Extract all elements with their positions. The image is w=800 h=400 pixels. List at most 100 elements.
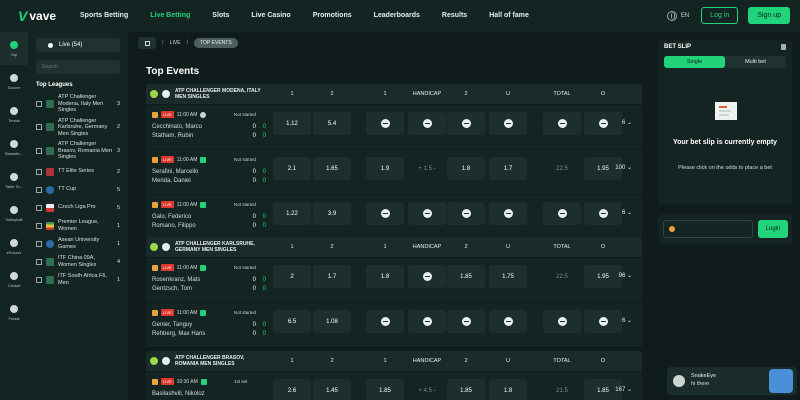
- odds-button[interactable]: 1.95: [584, 265, 622, 288]
- rail-futsal[interactable]: Futsal: [0, 296, 28, 329]
- breadcrumb-live[interactable]: LIVE: [170, 40, 181, 46]
- stats-icon[interactable]: [152, 309, 158, 316]
- odds-locked[interactable]: [366, 112, 404, 135]
- odds-button[interactable]: 1.7: [489, 157, 527, 180]
- more-markets-button[interactable]: 6 ⌄: [622, 209, 632, 216]
- league-item[interactable]: TT Elite Series 2: [36, 163, 120, 181]
- bet-slip-login-button[interactable]: Login: [758, 220, 788, 238]
- odds-locked[interactable]: [447, 202, 485, 225]
- stats-icon[interactable]: [152, 201, 158, 208]
- checkbox[interactable]: [36, 276, 42, 283]
- checkbox[interactable]: [36, 147, 42, 154]
- checkbox[interactable]: [36, 258, 42, 265]
- odds-button[interactable]: 1.75: [489, 265, 527, 288]
- odds-locked[interactable]: [408, 265, 446, 288]
- league-item[interactable]: ITF South Africa F6, Men 1: [36, 271, 120, 289]
- match-row[interactable]: LIVE 11:00 AM Serafini, Marcello Merida, Da…: [146, 149, 642, 194]
- odds-button[interactable]: 1.9: [366, 157, 404, 180]
- stats-icon[interactable]: [152, 111, 158, 118]
- league-item[interactable]: ITF China 09A, Women Singles 4: [36, 253, 120, 271]
- tv-icon[interactable]: [200, 201, 207, 208]
- odds-locked[interactable]: [543, 202, 581, 225]
- chat-widget[interactable]: SnakeEye hi there: [667, 367, 797, 395]
- league-item[interactable]: ATP Challenger Karlsruhe, Germany Men Si…: [36, 116, 120, 140]
- tab-multi-bet[interactable]: Multi bet: [725, 56, 786, 68]
- nav-live-casino[interactable]: Live Casino: [251, 0, 290, 32]
- odds-button[interactable]: 1.12: [273, 112, 311, 135]
- odds-button[interactable]: 1.08: [313, 310, 351, 333]
- tv-icon[interactable]: [200, 156, 207, 163]
- odds-button[interactable]: 1.85: [447, 265, 485, 288]
- rail-table-tennis[interactable]: Table Te...: [0, 164, 28, 197]
- stats-icon[interactable]: [152, 264, 158, 271]
- live-filter-button[interactable]: Live (54): [36, 38, 120, 52]
- rail-cricket[interactable]: Cricket: [0, 263, 28, 296]
- nav-slots[interactable]: Slots: [212, 0, 229, 32]
- odds-button[interactable]: 6.5: [273, 310, 311, 333]
- info-icon[interactable]: [200, 111, 207, 118]
- odds-button[interactable]: 1.7: [313, 265, 351, 288]
- odds-locked[interactable]: [489, 202, 527, 225]
- league-item[interactable]: ATP Challenger Modena, Italy Men Singles…: [36, 92, 120, 116]
- odds-button[interactable]: 2.1: [273, 157, 311, 180]
- checkbox[interactable]: [36, 240, 42, 247]
- nav-hall-of-fame[interactable]: Hall of fame: [489, 0, 529, 32]
- tv-icon[interactable]: [200, 309, 207, 316]
- rail-esoccer[interactable]: eSoccer: [0, 230, 28, 263]
- checkbox[interactable]: [36, 186, 42, 193]
- league-item[interactable]: Asean University Games 1: [36, 235, 120, 253]
- odds-button[interactable]: 1.8: [366, 265, 404, 288]
- more-markets-button[interactable]: 96 ⌄: [619, 272, 632, 279]
- search-input[interactable]: [36, 60, 120, 74]
- match-row[interactable]: LIVE 11:00 AM Genier, Tanguy Rehberg, Max H…: [146, 302, 642, 347]
- odds-locked[interactable]: [447, 310, 485, 333]
- rail-soccer[interactable]: Soccer: [0, 65, 28, 98]
- league-item[interactable]: Premier League, Women 1: [36, 217, 120, 235]
- odds-locked[interactable]: [489, 310, 527, 333]
- odds-locked[interactable]: [366, 310, 404, 333]
- odds-locked[interactable]: [366, 202, 404, 225]
- language-selector[interactable]: EN: [681, 13, 689, 19]
- odds-locked[interactable]: [584, 112, 622, 135]
- odds-locked[interactable]: [408, 202, 446, 225]
- odds-button[interactable]: 2: [273, 265, 311, 288]
- odds-button[interactable]: 3.9: [313, 202, 351, 225]
- nav-results[interactable]: Results: [442, 0, 467, 32]
- rail-volleyball[interactable]: Volleyball: [0, 197, 28, 230]
- odds-locked[interactable]: [447, 112, 485, 135]
- odds-locked[interactable]: [543, 310, 581, 333]
- rail-basketball[interactable]: Basketb...: [0, 131, 28, 164]
- trash-icon[interactable]: [781, 44, 786, 50]
- stake-field[interactable]: [663, 220, 753, 238]
- checkbox[interactable]: [36, 124, 42, 131]
- league-item[interactable]: TT Cup 5: [36, 181, 120, 199]
- more-markets-button[interactable]: 6 ⌄: [622, 119, 632, 126]
- odds-button[interactable]: 1.85: [447, 379, 485, 400]
- odds-locked[interactable]: [584, 202, 622, 225]
- match-row[interactable]: LIVE 10:30 AM Basilashvili, Nikoloz 1st set…: [146, 371, 642, 400]
- chat-bubble-icon[interactable]: [769, 369, 793, 393]
- nav-promotions[interactable]: Promotions: [313, 0, 352, 32]
- checkbox[interactable]: [36, 204, 42, 211]
- odds-button[interactable]: 5.4: [313, 112, 351, 135]
- tab-single[interactable]: Single: [664, 56, 725, 68]
- odds-button[interactable]: 1.85: [366, 379, 404, 400]
- rail-tennis[interactable]: Tennis: [0, 98, 28, 131]
- odds-locked[interactable]: [408, 112, 446, 135]
- login-button[interactable]: Log in: [701, 7, 739, 24]
- match-row[interactable]: LIVE 11:00 AM Cecchinato, Marco Statham, Ru…: [146, 104, 642, 149]
- checkbox[interactable]: [36, 222, 42, 229]
- odds-button[interactable]: 1.8: [447, 157, 485, 180]
- tv-icon[interactable]: [200, 264, 207, 271]
- match-row[interactable]: LIVE 11:00 AM Galo, Federico Romano, Filipp…: [146, 194, 642, 239]
- more-markets-button[interactable]: 100 ⌄: [615, 164, 632, 171]
- odds-locked[interactable]: [584, 310, 622, 333]
- nav-sports-betting[interactable]: Sports Betting: [80, 0, 128, 32]
- odds-locked[interactable]: [489, 112, 527, 135]
- league-item[interactable]: Czech Liga Pro 5: [36, 199, 120, 217]
- odds-button[interactable]: 2.6: [273, 379, 311, 400]
- stats-icon[interactable]: [152, 378, 158, 385]
- match-row[interactable]: LIVE 11:00 AM Rosenkranz, Mats Gentzsch, To…: [146, 257, 642, 302]
- odds-locked[interactable]: [408, 310, 446, 333]
- globe-icon[interactable]: [666, 10, 677, 21]
